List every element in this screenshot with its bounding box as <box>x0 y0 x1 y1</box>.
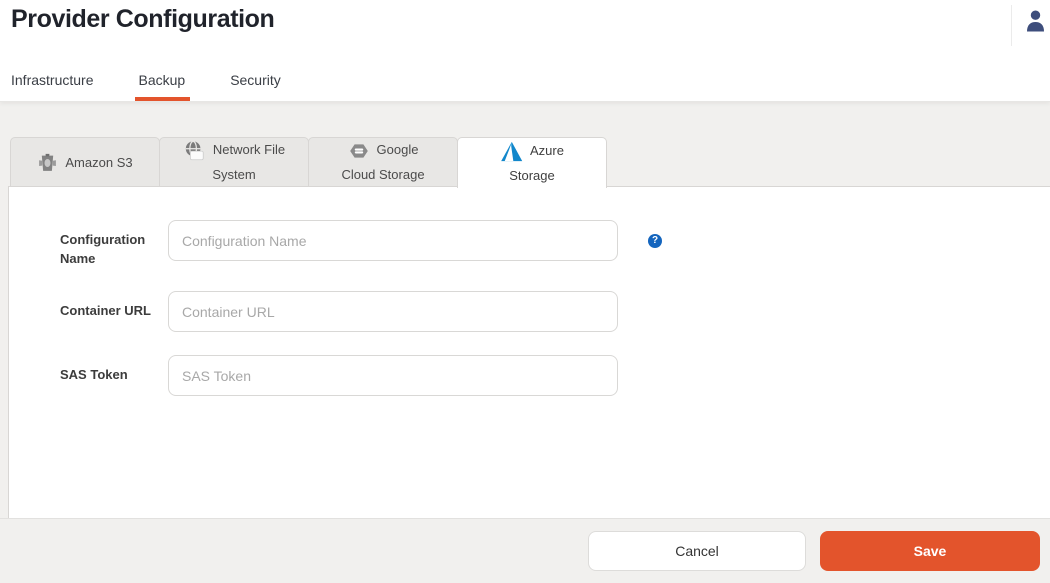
provider-tab-amazon-s3[interactable]: Amazon S3 <box>10 137 160 187</box>
azure-storage-icon <box>500 141 523 162</box>
nav-tab-backup[interactable]: Backup <box>138 72 185 97</box>
nav-tab-security[interactable]: Security <box>230 72 281 97</box>
form-row-sas-token: SAS Token <box>60 355 1050 396</box>
network-file-system-icon <box>183 140 206 162</box>
provider-tab-label-line2: Storage <box>500 163 564 188</box>
azure-storage-form: Configuration Name ? Container URL SAS T… <box>9 187 1050 396</box>
form-row-configuration-name: Configuration Name ? <box>60 220 1050 268</box>
provider-tab-label: Network File <box>213 142 285 157</box>
configuration-name-input[interactable] <box>168 220 618 261</box>
cancel-button[interactable]: Cancel <box>588 531 806 571</box>
form-row-container-url: Container URL <box>60 291 1050 332</box>
configuration-name-label: Configuration Name <box>60 220 168 268</box>
provider-tab-label: Google <box>377 142 419 157</box>
page-title: Provider Configuration <box>11 5 274 34</box>
save-button[interactable]: Save <box>820 531 1040 571</box>
header-divider <box>1011 5 1012 46</box>
provider-tab-label-line2: System <box>183 162 285 187</box>
provider-tab-label-line2: Cloud Storage <box>341 162 424 187</box>
main-nav: Infrastructure Backup Security <box>11 72 281 97</box>
user-account-icon[interactable] <box>1026 10 1045 32</box>
provider-config-panel: Configuration Name ? Container URL SAS T… <box>8 186 1050 518</box>
provider-tab-content: Google Cloud Storage <box>341 137 424 187</box>
container-url-input[interactable] <box>168 291 618 332</box>
provider-tab-azure-storage[interactable]: Azure Storage <box>457 137 607 188</box>
amazon-s3-icon <box>37 152 58 174</box>
active-tab-underline <box>135 97 190 101</box>
provider-tab-content: Network File System <box>183 137 285 187</box>
sas-token-label: SAS Token <box>60 355 168 384</box>
container-url-label: Container URL <box>60 291 168 320</box>
provider-tab-label: Amazon S3 <box>65 155 132 170</box>
page-header: Provider Configuration Infrastructure Ba… <box>0 0 1050 102</box>
sas-token-input[interactable] <box>168 355 618 396</box>
provider-tab-content: Amazon S3 <box>37 150 132 175</box>
nav-tab-infrastructure[interactable]: Infrastructure <box>11 72 93 97</box>
help-icon[interactable]: ? <box>648 234 662 248</box>
provider-tab-network-file-system[interactable]: Network File System <box>159 137 309 187</box>
provider-tab-google-cloud-storage[interactable]: Google Cloud Storage <box>308 137 458 187</box>
nav-tab-label: Infrastructure <box>11 72 93 88</box>
nav-tab-label: Security <box>230 72 281 88</box>
nav-tab-label: Backup <box>138 72 185 88</box>
action-footer: Cancel Save <box>0 518 1050 583</box>
provider-tab-bar: Amazon S3 Network File System <box>10 137 607 188</box>
provider-tab-content: Azure Storage <box>500 138 564 188</box>
provider-tab-label: Azure <box>530 143 564 158</box>
google-cloud-storage-icon <box>348 140 370 162</box>
